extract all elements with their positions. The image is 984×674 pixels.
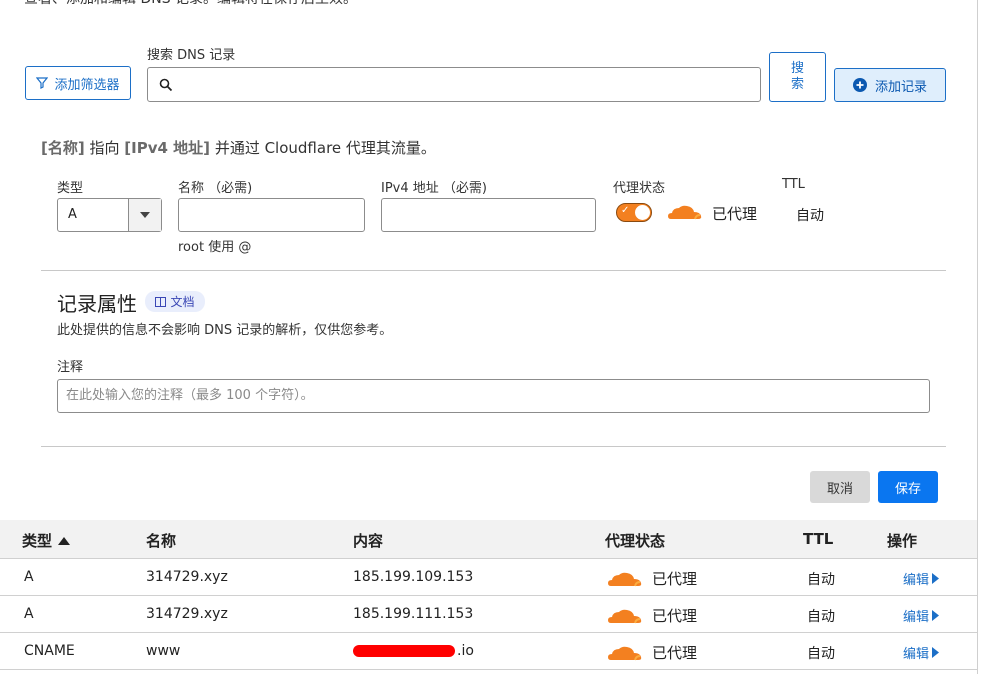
- cell-content-text: 185.199.109.153: [353, 569, 474, 585]
- cell-proxy: 已代理: [607, 642, 697, 663]
- cell-proxy-label: 已代理: [652, 644, 698, 662]
- th-actions: 操作: [887, 532, 918, 550]
- search-input[interactable]: [147, 67, 761, 102]
- desc-mid: 指向: [89, 139, 120, 157]
- cell-proxy: 已代理: [607, 605, 697, 626]
- cell-content: .io: [353, 643, 474, 659]
- search-label: 搜索 DNS 记录: [147, 48, 236, 63]
- sort-up-icon: [58, 536, 71, 545]
- cloud-icon: [608, 646, 642, 660]
- edit-label: 编辑: [903, 647, 930, 662]
- desc-tail: 并通过 Cloudflare 代理其流量。: [214, 139, 436, 157]
- cell-proxy-label: 已代理: [652, 570, 698, 588]
- attributes-subtitle: 此处提供的信息不会影响 DNS 记录的解析，仅供您参考。: [57, 323, 393, 338]
- th-name: 名称: [146, 532, 177, 550]
- add-filter-button[interactable]: 添加筛选器: [25, 66, 131, 100]
- save-button[interactable]: 保存: [878, 471, 938, 503]
- table-row: A 314729.xyz 185.199.109.153 已代理 自动 编辑: [0, 559, 977, 596]
- ipv4-field[interactable]: [381, 198, 596, 232]
- cell-proxy-label: 已代理: [652, 607, 698, 625]
- docs-link[interactable]: 文档: [145, 291, 205, 312]
- name-label: 名称 （必需): [178, 181, 253, 196]
- caret-right-icon: [932, 610, 940, 621]
- note-field[interactable]: 在此处输入您的注释（最多 100 个字符）。: [57, 379, 930, 413]
- table-row: A 314729.xyz 185.199.111.153 已代理 自动 编辑: [0, 596, 977, 633]
- note-label: 注释: [57, 360, 84, 375]
- type-select[interactable]: A: [57, 198, 162, 232]
- th-content: 内容: [353, 532, 384, 550]
- ttl-label: TTL: [782, 177, 805, 192]
- search-button[interactable]: 搜索: [769, 52, 826, 102]
- edit-link[interactable]: 编辑: [903, 569, 940, 588]
- cell-content: 185.199.109.153: [353, 569, 473, 585]
- cell-proxy: 已代理: [607, 568, 697, 589]
- name-hint: root 使用 @: [178, 240, 252, 255]
- th-ttl: TTL: [803, 530, 834, 548]
- cell-type: A: [24, 606, 34, 622]
- edit-label: 编辑: [903, 573, 930, 588]
- caret-right-icon: [932, 573, 940, 584]
- desc-ip-token: [IPv4 地址]: [124, 139, 211, 157]
- cell-ttl: 自动: [807, 572, 835, 588]
- redacted-mark: [353, 645, 455, 657]
- ttl-value: 自动: [796, 208, 824, 224]
- book-icon: [155, 296, 167, 307]
- proxy-status-label: 代理状态: [613, 181, 666, 196]
- proxy-toggle[interactable]: ✓: [616, 203, 652, 222]
- edit-link[interactable]: 编辑: [903, 606, 940, 625]
- proxy-status-value: 已代理: [712, 205, 758, 223]
- cloud-icon: [608, 609, 642, 623]
- desc-name-token: [名称]: [41, 139, 85, 157]
- divider: [41, 270, 946, 271]
- caret-right-icon: [932, 647, 940, 658]
- cell-type: A: [24, 569, 34, 585]
- plus-circle-icon: [852, 78, 867, 92]
- th-proxy: 代理状态: [605, 532, 666, 550]
- cell-name: 314729.xyz: [146, 569, 228, 585]
- type-label: 类型: [57, 181, 84, 196]
- name-field[interactable]: [178, 198, 365, 232]
- form-description: [名称] 指向 [IPv4 地址] 并通过 Cloudflare 代理其流量。: [41, 137, 436, 158]
- page-description: 查看、添加和编辑 DNS 记录。编辑将在保存后生效。: [24, 0, 357, 8]
- cloud-icon: [608, 572, 642, 586]
- toggle-knob: [635, 205, 650, 220]
- add-record-button[interactable]: 添加记录: [834, 68, 946, 102]
- check-icon: ✓: [621, 205, 630, 216]
- cell-ttl: 自动: [807, 646, 835, 662]
- cell-ttl: 自动: [807, 609, 835, 625]
- add-filter-label: 添加筛选器: [54, 77, 120, 93]
- record-attributes-title: 记录属性: [57, 292, 137, 316]
- cell-type: CNAME: [24, 643, 75, 659]
- docs-link-label: 文档: [170, 295, 195, 309]
- cell-name: www: [146, 643, 181, 659]
- edit-link[interactable]: 编辑: [903, 643, 940, 662]
- cell-content: 185.199.111.153: [353, 606, 473, 622]
- search-icon: [159, 78, 173, 92]
- table-row: CNAME www .io 已代理 自动 编辑: [0, 633, 977, 670]
- cell-content-text: .io: [457, 643, 474, 659]
- th-type[interactable]: 类型: [22, 530, 71, 551]
- right-border: [977, 0, 978, 674]
- cell-content-text: 185.199.111.153: [353, 606, 474, 622]
- cloud-icon: [668, 205, 702, 220]
- chevron-down-icon: [128, 199, 161, 231]
- cancel-button[interactable]: 取消: [810, 471, 870, 503]
- edit-label: 编辑: [903, 610, 930, 625]
- divider: [41, 446, 946, 447]
- table-header: 类型 名称 内容 代理状态 TTL 操作: [0, 520, 977, 559]
- th-type-label: 类型: [22, 532, 53, 550]
- type-select-value: A: [68, 207, 77, 222]
- ipv4-label: IPv4 地址 （必需): [381, 181, 487, 196]
- cell-name: 314729.xyz: [146, 606, 228, 622]
- filter-icon: [36, 77, 49, 89]
- search-button-label: 搜索: [790, 61, 804, 92]
- add-record-label: 添加记录: [874, 79, 927, 95]
